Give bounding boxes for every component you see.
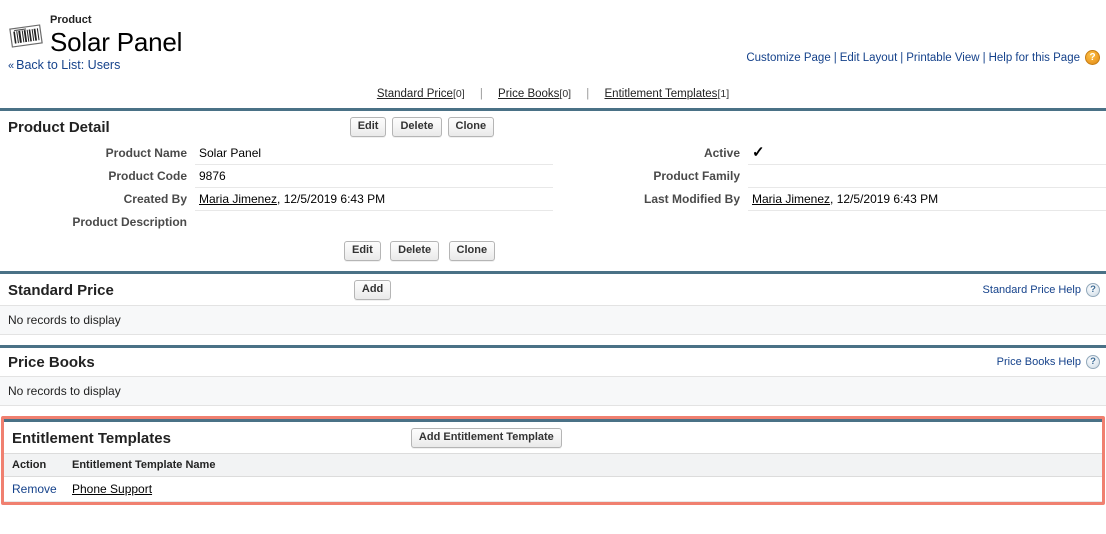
link-separator: |	[900, 51, 904, 64]
product-detail-section: Product Detail Edit Delete Clone Product…	[0, 108, 1106, 271]
jump-link-price-books[interactable]: Price Books	[498, 88, 559, 100]
cell-entitlement-template-name: Phone Support	[64, 476, 1102, 502]
field-value-last-modified-by: Maria Jimenez, 12/5/2019 6:43 PM	[748, 187, 1106, 211]
help-icon[interactable]: ?	[1086, 282, 1100, 297]
product-detail-fields: Product Name Solar Panel Active ✓ Produc…	[0, 142, 1106, 233]
field-value-product-family	[748, 164, 1106, 188]
price-books-header: Price Books Price Books Help ?	[0, 348, 1106, 376]
entitlement-templates-title: Entitlement Templates	[12, 429, 171, 447]
customize-page-link[interactable]: Customize Page	[746, 52, 830, 64]
delete-button[interactable]: Delete	[392, 117, 442, 137]
field-label-created-by: Created By	[123, 191, 187, 206]
chevron-left-icon: «	[8, 60, 15, 72]
detail-row: Product Description	[0, 211, 1106, 234]
jump-link-entitlement-templates[interactable]: Entitlement Templates	[605, 88, 718, 100]
product-detail-actions: Edit Delete Clone	[349, 117, 495, 137]
clone-button-bottom[interactable]: Clone	[448, 241, 496, 261]
column-header-entitlement-template-name: Entitlement Template Name	[64, 453, 1102, 477]
detail-row: Created By Maria Jimenez, 12/5/2019 6:43…	[0, 187, 1106, 211]
link-separator: |	[982, 51, 986, 64]
detail-row: Product Code 9876 Product Family	[0, 164, 1106, 188]
price-books-help: Price Books Help ?	[997, 355, 1100, 369]
last-modified-by-user-link[interactable]: Maria Jimenez	[752, 192, 830, 206]
price-books-help-link[interactable]: Price Books Help	[997, 356, 1081, 368]
jump-link-standard-price[interactable]: Standard Price	[377, 88, 453, 100]
last-modified-timestamp: , 12/5/2019 6:43 PM	[830, 192, 939, 206]
delete-button-bottom[interactable]: Delete	[390, 241, 440, 261]
field-label-product-code: Product Code	[108, 168, 187, 183]
entitlement-templates-actions: Add Entitlement Template	[410, 428, 562, 448]
entitlement-templates-table: Action Entitlement Template Name Remove …	[4, 453, 1102, 502]
standard-price-section: Standard Price Add Standard Price Help ?…	[0, 271, 1106, 345]
help-icon[interactable]: ?	[1086, 355, 1100, 369]
clone-button[interactable]: Clone	[447, 117, 495, 137]
entitlement-template-name-link[interactable]: Phone Support	[72, 482, 152, 496]
related-list-jump-links: Standard Price[0] | Price Books[0] | Ent…	[0, 78, 1106, 108]
price-books-section: Price Books Price Books Help ? No record…	[0, 345, 1106, 416]
field-label-product-description: Product Description	[72, 214, 187, 229]
barcode-product-icon	[8, 20, 44, 52]
table-header-row: Action Entitlement Template Name	[4, 453, 1102, 477]
field-value-active: ✓	[748, 142, 1106, 165]
link-separator: |	[833, 51, 837, 64]
back-to-list-link[interactable]: Back to List: Users	[16, 58, 120, 72]
created-by-timestamp: , 12/5/2019 6:43 PM	[277, 192, 386, 206]
edit-layout-link[interactable]: Edit Layout	[840, 52, 898, 64]
field-value-created-by: Maria Jimenez, 12/5/2019 6:43 PM	[195, 187, 553, 211]
product-detail-actions-bottom: Edit Delete Clone	[0, 233, 1106, 271]
edit-button[interactable]: Edit	[349, 117, 387, 137]
printable-view-link[interactable]: Printable View	[906, 52, 979, 64]
product-detail-title: Product Detail	[8, 118, 110, 136]
jump-count-entitlement-templates: [1]	[717, 88, 730, 100]
field-value-empty	[748, 211, 1106, 234]
jump-separator: |	[479, 88, 483, 100]
record-type-label: Product	[50, 14, 92, 26]
price-books-title: Price Books	[8, 354, 95, 371]
detail-row: Product Name Solar Panel Active ✓	[0, 142, 1106, 165]
page-title: Solar Panel	[50, 27, 183, 57]
field-value-product-description	[195, 211, 553, 234]
add-entitlement-template-button[interactable]: Add Entitlement Template	[410, 428, 562, 448]
remove-link[interactable]: Remove	[12, 482, 57, 496]
entitlement-templates-header: Entitlement Templates Add Entitlement Te…	[4, 422, 1102, 453]
field-label-last-modified-by: Last Modified By	[643, 191, 740, 206]
entitlement-templates-section: Entitlement Templates Add Entitlement Te…	[4, 419, 1102, 502]
standard-price-help: Standard Price Help ?	[983, 282, 1100, 297]
standard-price-header: Standard Price Add Standard Price Help ?	[0, 274, 1106, 305]
edit-button-bottom[interactable]: Edit	[344, 241, 381, 261]
field-label-empty	[553, 211, 748, 234]
standard-price-title: Standard Price	[8, 281, 114, 299]
cell-action: Remove	[4, 476, 64, 502]
field-label-active: Active	[703, 146, 740, 160]
checkmark-icon: ✓	[752, 144, 765, 161]
column-header-action: Action	[4, 453, 64, 477]
field-label-product-name: Product Name	[105, 146, 187, 160]
price-books-empty-message: No records to display	[0, 376, 1106, 406]
jump-count-standard-price: [0]	[452, 88, 465, 100]
help-icon[interactable]: ?	[1085, 50, 1100, 65]
help-for-this-page-link[interactable]: Help for this Page	[989, 52, 1080, 64]
field-value-product-name: Solar Panel	[195, 142, 553, 165]
field-label-product-family: Product Family	[653, 168, 740, 183]
add-standard-price-button[interactable]: Add	[353, 280, 392, 300]
page-header: Product Solar Panel Customize Page | Edi…	[0, 0, 1106, 78]
standard-price-help-link[interactable]: Standard Price Help	[983, 284, 1081, 296]
standard-price-actions: Add	[353, 280, 392, 300]
created-by-user-link[interactable]: Maria Jimenez	[199, 192, 277, 206]
field-value-product-code: 9876	[195, 164, 553, 188]
standard-price-empty-message: No records to display	[0, 305, 1106, 335]
jump-separator: |	[586, 88, 590, 100]
page-utility-links: Customize Page | Edit Layout | Printable…	[746, 50, 1100, 65]
entitlement-templates-highlight: Entitlement Templates Add Entitlement Te…	[1, 416, 1105, 505]
product-detail-header: Product Detail Edit Delete Clone	[0, 111, 1106, 142]
table-row: Remove Phone Support	[4, 476, 1102, 502]
jump-count-price-books: [0]	[559, 88, 572, 100]
